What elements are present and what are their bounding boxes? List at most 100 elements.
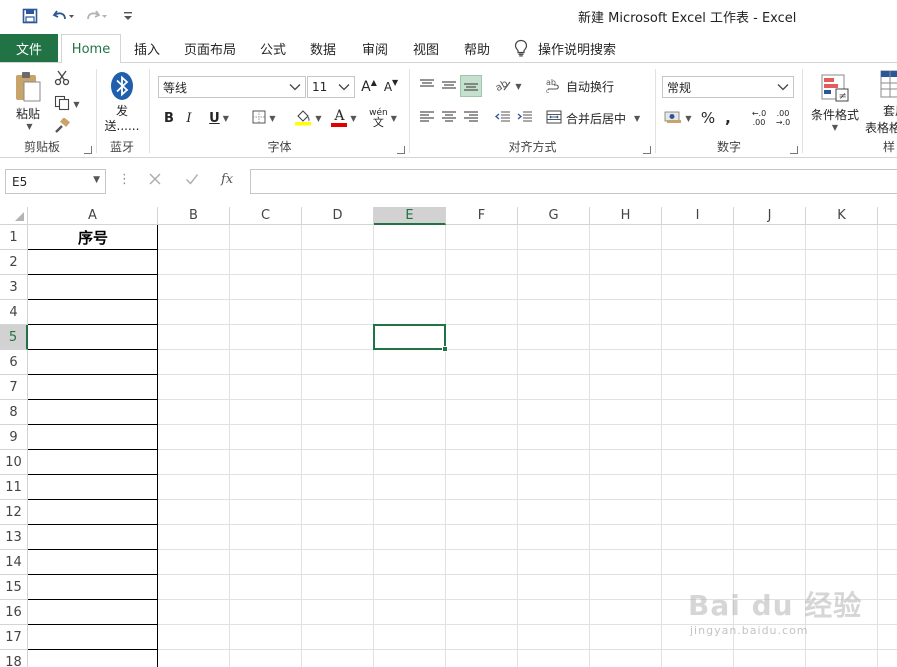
column-header-partial[interactable] [878, 207, 897, 225]
column-header-e[interactable]: E [374, 207, 446, 225]
comma-style-button[interactable]: , [720, 107, 736, 129]
row-header-6[interactable]: 6 [0, 350, 28, 375]
svg-text:≠: ≠ [839, 91, 847, 102]
styles-group: ≠ 条件格式 ▼ 套用 表格格 样 [803, 63, 897, 158]
row-header-15[interactable]: 15 [0, 575, 28, 600]
row-header-3[interactable]: 3 [0, 275, 28, 300]
tell-me-search[interactable]: 操作说明搜索 [514, 34, 624, 62]
align-bottom-button[interactable] [460, 75, 482, 97]
row-header-1[interactable]: 1 [0, 225, 28, 250]
column-header-d[interactable]: D [302, 207, 374, 225]
row-header-4[interactable]: 4 [0, 300, 28, 325]
align-center-button[interactable] [438, 107, 460, 129]
font-size-combo[interactable]: 11 [307, 76, 355, 98]
worksheet-grid[interactable]: ABCDEFGHIJK 1 2 3 4 5 6 7 8 9 10 11 12 13 14 15 16 17 18 … [0, 207, 897, 667]
borders-button[interactable]: ▼ [246, 107, 282, 129]
shrink-font-button[interactable]: A ▼ [382, 76, 400, 98]
row-header-2[interactable]: 2 [0, 250, 28, 275]
tab-formulas[interactable]: 公式 [252, 34, 294, 62]
accounting-format-button[interactable]: ▼ [662, 107, 694, 129]
align-left-button[interactable] [416, 107, 438, 129]
cell-a7-border [28, 399, 158, 400]
column-header-b[interactable]: B [158, 207, 230, 225]
increase-decimal-button[interactable]: ←.0 .00 [748, 107, 770, 129]
row-header-8[interactable]: 8 [0, 400, 28, 425]
bluetooth-send-button[interactable]: 发 送...... [103, 69, 141, 135]
font-name-combo[interactable]: 等线 [158, 76, 306, 98]
cancel-icon[interactable] [148, 172, 162, 190]
column-header-g[interactable]: G [518, 207, 590, 225]
tab-review[interactable]: 审阅 [354, 34, 396, 62]
tab-view[interactable]: 视图 [405, 34, 447, 62]
more-options-icon[interactable]: ⋮ [118, 172, 131, 187]
cell-a1[interactable]: 序号 [28, 225, 158, 250]
decrease-indent-button[interactable] [492, 107, 514, 129]
row-header-13[interactable]: 13 [0, 525, 28, 550]
column-header-i[interactable]: I [662, 207, 734, 225]
align-middle-button[interactable] [438, 75, 460, 97]
row-header-17[interactable]: 17 [0, 625, 28, 650]
formula-input[interactable] [250, 169, 897, 194]
number-launcher-icon[interactable] [790, 146, 798, 154]
name-box[interactable]: E5 ▼ [5, 169, 106, 194]
align-top-button[interactable] [416, 75, 438, 97]
format-painter-button[interactable] [52, 116, 72, 137]
customize-qat-icon[interactable] [120, 6, 136, 26]
column-header-k[interactable]: K [806, 207, 878, 225]
column-header-f[interactable]: F [446, 207, 518, 225]
tab-page-layout[interactable]: 页面布局 [178, 34, 242, 62]
row-header-11[interactable]: 11 [0, 475, 28, 500]
paste-button[interactable]: 粘贴 ▼ [8, 69, 48, 131]
row-gridline [28, 624, 897, 625]
italic-button[interactable]: I [180, 107, 198, 129]
phonetic-guide-button[interactable]: wén 文 ▼ [366, 106, 400, 130]
wrap-text-button[interactable]: ab c 自动换行 [546, 75, 626, 97]
conditional-formatting-button[interactable]: ≠ 条件格式 ▼ [807, 69, 863, 135]
row-header-10[interactable]: 10 [0, 450, 28, 475]
row-header-12[interactable]: 12 [0, 500, 28, 525]
decrease-decimal-button[interactable]: .00 →.0 [772, 107, 794, 129]
row-gridline [28, 299, 897, 300]
row-header-7[interactable]: 7 [0, 375, 28, 400]
insert-function-icon[interactable]: fx [221, 172, 233, 187]
tab-file[interactable]: 文件 [0, 34, 58, 62]
align-right-button[interactable] [460, 107, 482, 129]
grow-font-button[interactable]: A ▲ [360, 76, 378, 98]
row-header-14[interactable]: 14 [0, 550, 28, 575]
percent-style-button[interactable]: % [698, 107, 718, 129]
underline-button[interactable]: U ▼ [202, 107, 236, 129]
column-a-border [157, 225, 158, 667]
row-header-5[interactable]: 5 [0, 325, 28, 350]
copy-button[interactable]: ▼ [52, 94, 82, 114]
clipboard-launcher-icon[interactable] [84, 146, 92, 154]
enter-icon[interactable] [185, 172, 199, 190]
fill-color-button[interactable]: ▼ [290, 107, 326, 129]
save-icon[interactable] [20, 6, 40, 26]
format-as-table-button[interactable]: 套用 表格格 [865, 69, 897, 135]
row-header-9[interactable]: 9 [0, 425, 28, 450]
column-header-c[interactable]: C [230, 207, 302, 225]
alignment-launcher-icon[interactable] [643, 146, 651, 154]
redo-icon[interactable] [84, 6, 110, 26]
tab-home[interactable]: Home [61, 34, 121, 63]
number-format-combo[interactable]: 常规 [662, 76, 794, 98]
row-header-18[interactable]: 18 [0, 650, 28, 667]
merge-center-button[interactable]: 合并后居中 ▼ [546, 107, 646, 129]
tab-help[interactable]: 帮助 [456, 34, 498, 62]
select-all-button[interactable] [0, 207, 28, 225]
column-header-j[interactable]: J [734, 207, 806, 225]
tab-insert[interactable]: 插入 [126, 34, 168, 62]
column-header-a[interactable]: A [28, 207, 158, 225]
fill-handle[interactable] [442, 346, 448, 352]
active-cell-e5[interactable] [373, 324, 446, 350]
increase-indent-button[interactable] [514, 107, 536, 129]
tab-data[interactable]: 数据 [302, 34, 344, 62]
column-header-h[interactable]: H [590, 207, 662, 225]
font-launcher-icon[interactable] [397, 146, 405, 154]
bold-button[interactable]: B [160, 107, 178, 129]
undo-icon[interactable] [50, 6, 76, 26]
row-header-16[interactable]: 16 [0, 600, 28, 625]
font-color-button[interactable]: A ▼ [326, 107, 362, 129]
orientation-button[interactable]: ab ▼ [492, 75, 524, 97]
cut-button[interactable] [52, 69, 72, 89]
